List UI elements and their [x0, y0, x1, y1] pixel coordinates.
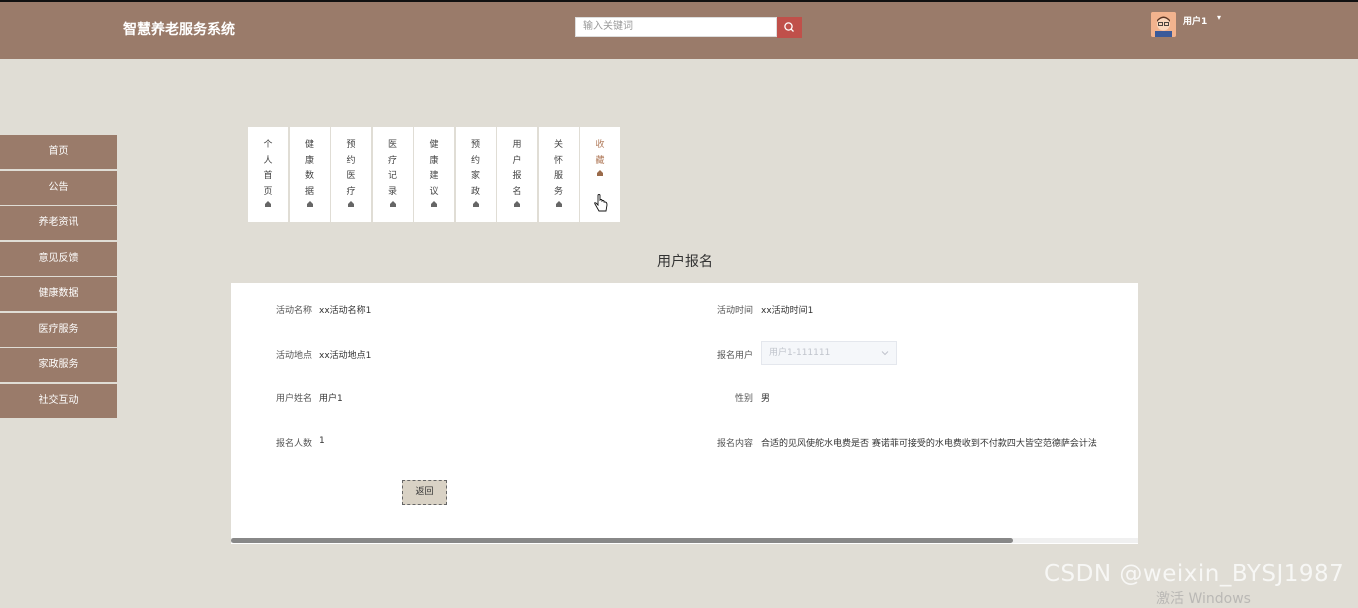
tab-care-service[interactable]: 关怀服务	[538, 127, 579, 222]
search-button[interactable]	[777, 17, 802, 38]
home-icon	[555, 201, 562, 207]
horizontal-scrollbar-thumb[interactable]	[231, 538, 1013, 543]
tab-health-advice[interactable]: 健康建议	[414, 127, 454, 222]
tab-medical-records[interactable]: 医疗记录	[372, 127, 413, 222]
signup-user-select[interactable]: 用户1-111111	[761, 341, 897, 365]
tab-health-data[interactable]: 健康数据	[289, 127, 330, 222]
tab-label: 健康建议	[429, 140, 439, 197]
detail-panel	[231, 283, 1138, 544]
home-icon	[472, 201, 479, 207]
signup-count-value: 1	[319, 436, 325, 446]
search-icon	[784, 22, 794, 32]
sidebar-item-housekeeping[interactable]: 家政服务	[0, 348, 117, 382]
signup-count-label: 报名人数	[275, 439, 312, 449]
tab-label: 收藏	[595, 140, 605, 166]
avatar[interactable]	[1151, 12, 1176, 37]
home-icon	[265, 201, 271, 207]
tab-book-medical[interactable]: 预约医疗	[331, 127, 371, 222]
signup-content-label: 报名内容	[716, 439, 753, 449]
tab-book-housekeeping[interactable]: 预约家政	[455, 127, 496, 222]
tab-label: 关怀服务	[553, 140, 563, 197]
search-input[interactable]: 输入关键词	[575, 17, 777, 37]
sidebar-item-medical-service[interactable]: 医疗服务	[0, 312, 117, 347]
activity-location-value: xx活动地点1	[319, 351, 372, 361]
sidebar-menu: 首页 公告 养老资讯 意见反馈 健康数据 医疗服务 家政服务 社交互动	[0, 135, 117, 419]
sidebar-item-home[interactable]: 首页	[0, 135, 117, 169]
signup-content-value: 合适的见风使舵水电费是否 赛诺菲可接受的水电费收到不付款四大皆空范德萨会计法	[761, 439, 1097, 449]
tab-label: 个人首页	[263, 140, 273, 197]
user-name[interactable]: 用户1	[1183, 14, 1207, 27]
home-icon	[348, 201, 354, 207]
sidebar-item-feedback[interactable]: 意见反馈	[0, 241, 117, 276]
tab-user-signup[interactable]: 用户报名	[497, 127, 537, 222]
home-icon	[514, 201, 520, 207]
page-title: 用户报名	[657, 254, 713, 270]
home-icon	[431, 201, 437, 207]
sidebar-item-notice[interactable]: 公告	[0, 170, 117, 205]
sidebar-item-elderly-news[interactable]: 养老资讯	[0, 206, 117, 240]
home-icon	[389, 201, 396, 207]
home-icon	[597, 170, 603, 176]
chevron-down-icon	[881, 351, 889, 356]
csdn-watermark: CSDN @weixin_BYSJ1987	[1044, 561, 1345, 587]
sidebar-item-health-data[interactable]: 健康数据	[0, 277, 117, 311]
user-fullname-value: 用户1	[319, 394, 343, 404]
activate-windows-text: 激活 Windows	[1156, 591, 1251, 607]
activity-location-label: 活动地点	[275, 351, 312, 361]
back-button[interactable]: 返回	[402, 480, 447, 505]
gender-value: 男	[761, 394, 771, 404]
gender-label: 性别	[734, 394, 753, 404]
app-title: 智慧养老服务系统	[123, 22, 235, 38]
activity-time-label: 活动时间	[716, 306, 753, 316]
tab-personal-home[interactable]: 个人首页	[248, 127, 288, 222]
hand-cursor-icon	[594, 194, 608, 212]
tab-label: 用户报名	[512, 140, 522, 197]
user-fullname-label: 用户姓名	[275, 394, 312, 404]
activity-time-value: xx活动时间1	[761, 306, 814, 316]
tab-label: 医疗记录	[387, 140, 397, 197]
chevron-down-icon[interactable]: ▾	[1217, 13, 1221, 22]
tab-label: 预约医疗	[346, 140, 356, 197]
home-icon	[306, 201, 313, 207]
tab-label: 健康数据	[304, 140, 314, 197]
sidebar-item-social[interactable]: 社交互动	[0, 383, 117, 418]
activity-name-value: xx活动名称1	[319, 306, 372, 316]
signup-user-label: 报名用户	[716, 351, 753, 361]
center-tabs: 个人首页 健康数据 预约医疗 医疗记录 健康建议 预约家政 用户报名 关怀服务 …	[248, 127, 622, 222]
tab-label: 预约家政	[470, 140, 480, 197]
activity-name-label: 活动名称	[275, 306, 312, 316]
